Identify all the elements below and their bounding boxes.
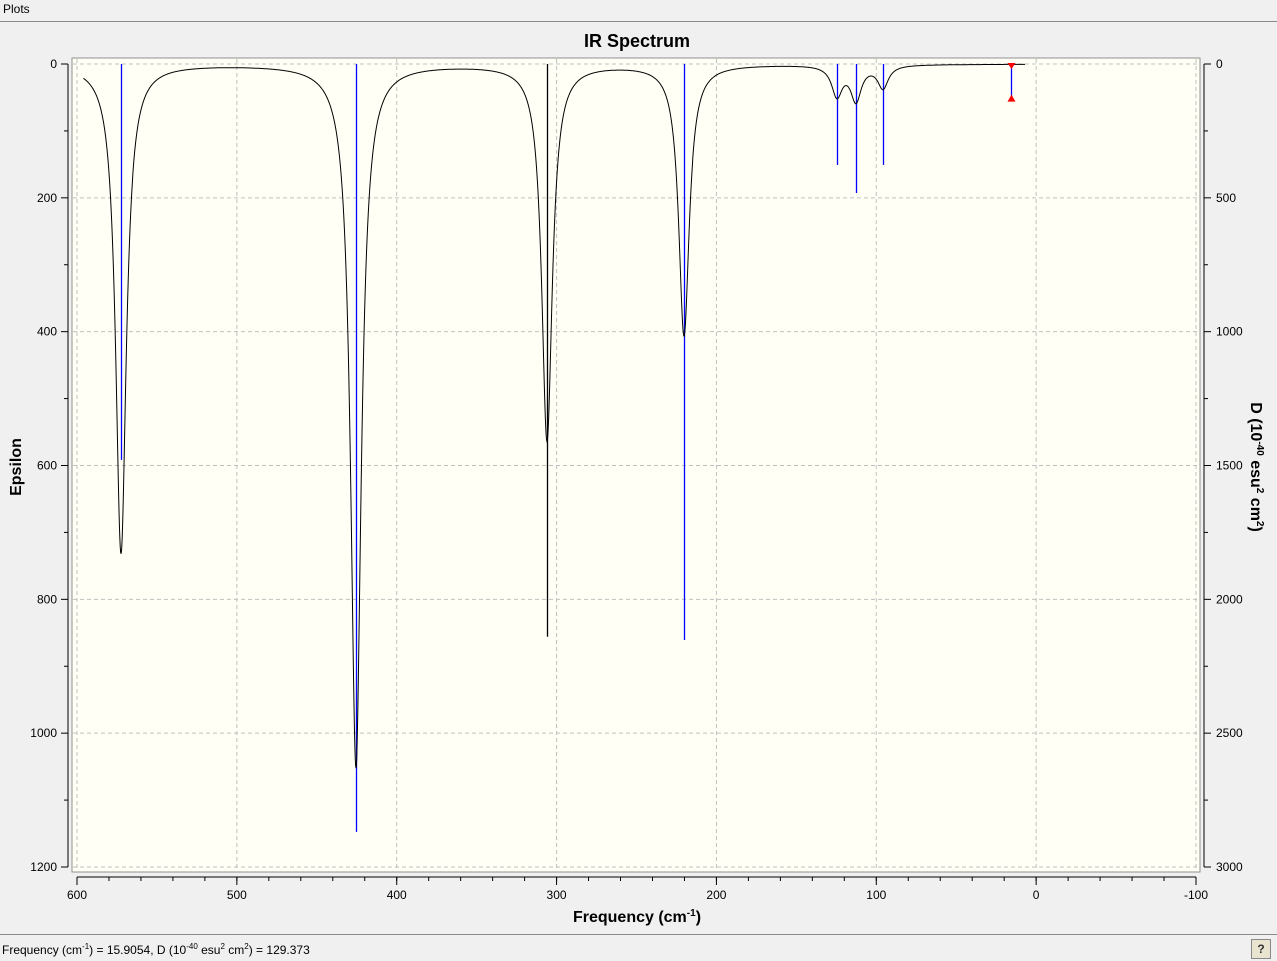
window-titlebar: Plots (0, 0, 1277, 22)
x-tick-label: -100 (1184, 888, 1208, 902)
status-readout: Frequency (cm-1) = 15.9054, D (10-40 esu… (2, 942, 310, 957)
y-axis-label: Epsilon (8, 438, 25, 496)
y2-tick-label: 2500 (1216, 726, 1243, 740)
x-tick-label: 200 (706, 888, 726, 902)
y2-axis-label: D (10-40 esu2 cm2) (1247, 402, 1265, 532)
x-tick-label: 600 (67, 888, 87, 902)
x-tick-label: 100 (866, 888, 886, 902)
y2-tick-label: 1500 (1216, 459, 1243, 473)
y-tick-label: 800 (37, 592, 57, 606)
y2-tick-label: 500 (1216, 191, 1236, 205)
x-tick-label: 300 (547, 888, 567, 902)
y-tick-label: 0 (50, 57, 57, 71)
x-tick-label: 500 (227, 888, 247, 902)
window-title: Plots (3, 2, 30, 16)
chart-title: IR Spectrum (584, 31, 690, 51)
y2-tick-label: 0 (1216, 57, 1223, 71)
ir-spectrum-chart[interactable]: IR Spectrum 600 500 400 300 200 100 0 -10002004… (0, 22, 1277, 934)
y-tick-label: 400 (37, 325, 57, 339)
x-tick-label: 400 (387, 888, 407, 902)
y2-tick-label: 2000 (1216, 592, 1243, 606)
y-tick-label: 200 (37, 191, 57, 205)
help-icon[interactable]: ? (1251, 939, 1271, 959)
x-tick-label: 0 (1033, 888, 1040, 902)
x-axis-label: Frequency (cm-1) (573, 908, 701, 926)
y-tick-label: 1200 (30, 860, 57, 874)
y2-tick-label: 3000 (1216, 860, 1243, 874)
y-tick-label: 1000 (30, 726, 57, 740)
y-tick-label: 600 (37, 459, 57, 473)
y2-tick-label: 1000 (1216, 325, 1243, 339)
status-bar: Frequency (cm-1) = 15.9054, D (10-40 esu… (0, 934, 1277, 961)
